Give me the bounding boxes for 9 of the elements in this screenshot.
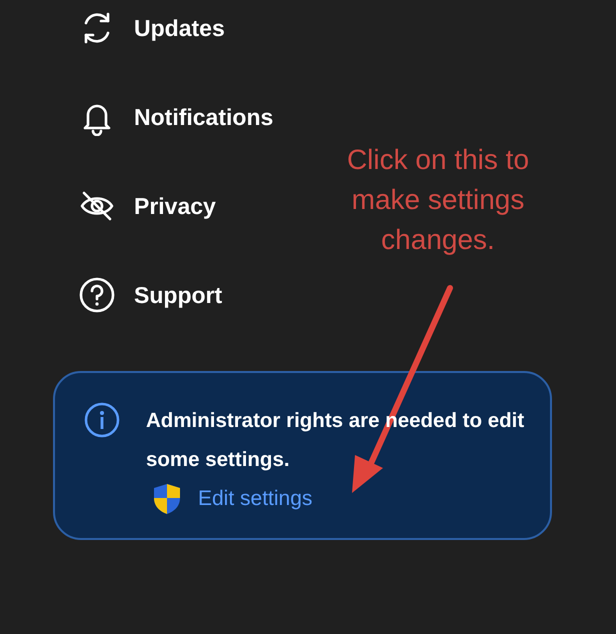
menu-item[interactable]: Privacy [134,188,216,224]
menu-item[interactable]: Updates [134,10,225,46]
menu-item[interactable]: Notifications [134,100,274,134]
info-icon [83,401,121,439]
shield-icon [152,483,182,515]
help-icon [78,276,116,314]
edit-settings-link[interactable]: Edit settings [198,483,312,515]
annotation-text: Click on this to make settings changes. [346,143,530,257]
menu-item[interactable]: Support [134,278,222,312]
